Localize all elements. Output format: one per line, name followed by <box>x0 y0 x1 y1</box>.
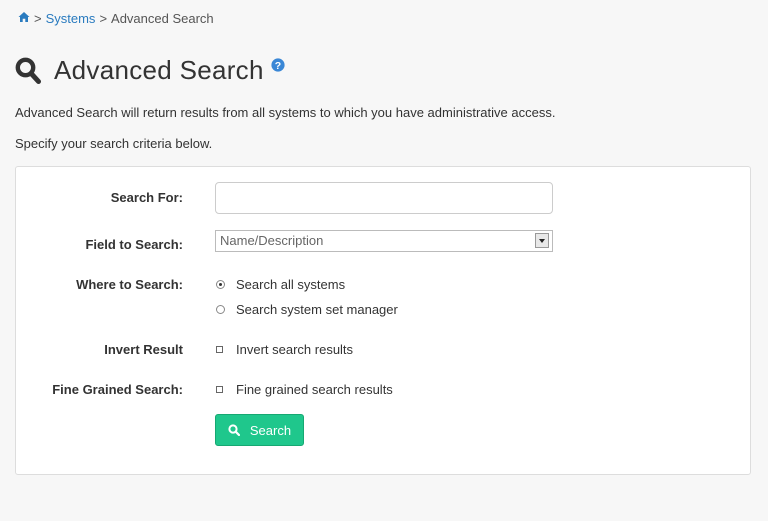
description-criteria: Specify your search criteria below. <box>15 136 213 151</box>
checkbox-invert-results[interactable]: Invert search results <box>215 342 353 357</box>
radio-button[interactable] <box>216 305 225 314</box>
search-form-panel: Search For: Field to Search: Name/Descri… <box>15 166 751 475</box>
search-for-label: Search For: <box>110 190 183 205</box>
breadcrumb-separator: > <box>34 11 42 26</box>
radio-button[interactable] <box>216 280 225 289</box>
field-to-search-select[interactable]: Name/Description <box>215 230 553 252</box>
fine-grained-search-label: Fine Grained Search: <box>52 382 183 397</box>
chevron-down-icon[interactable] <box>535 233 549 248</box>
search-icon <box>228 424 240 436</box>
checkbox[interactable] <box>216 386 223 393</box>
invert-result-label: Invert Result <box>104 342 183 357</box>
search-icon <box>15 57 41 84</box>
where-to-search-label: Where to Search: <box>76 277 183 292</box>
radio-search-system-set-manager[interactable]: Search system set manager <box>215 302 398 317</box>
home-icon[interactable] <box>18 11 30 26</box>
checkbox-fine-grained[interactable]: Fine grained search results <box>215 382 393 397</box>
checkbox-label: Invert search results <box>236 342 354 357</box>
page-header: Advanced Search ? <box>15 52 285 88</box>
field-to-search-label: Field to Search: <box>85 237 183 252</box>
radio-label: Search all systems <box>236 277 346 292</box>
checkbox[interactable] <box>216 346 223 353</box>
radio-search-all-systems[interactable]: Search all systems <box>215 277 345 292</box>
page-title: Advanced Search <box>54 55 264 85</box>
help-icon[interactable]: ? <box>271 58 285 72</box>
description-access: Advanced Search will return results from… <box>15 105 556 120</box>
svg-text:?: ? <box>275 60 281 72</box>
search-button-label: Search <box>249 422 292 438</box>
breadcrumb: > Systems > Advanced Search <box>18 11 214 26</box>
search-button[interactable]: Search <box>215 414 304 446</box>
breadcrumb-current: Advanced Search <box>111 11 214 26</box>
breadcrumb-systems-link[interactable]: Systems <box>46 11 96 26</box>
field-selected-value: Name/Description <box>220 233 324 248</box>
checkbox-label: Fine grained search results <box>236 382 393 397</box>
search-input[interactable] <box>215 182 553 214</box>
radio-label: Search system set manager <box>236 302 398 317</box>
breadcrumb-separator: > <box>99 11 108 26</box>
